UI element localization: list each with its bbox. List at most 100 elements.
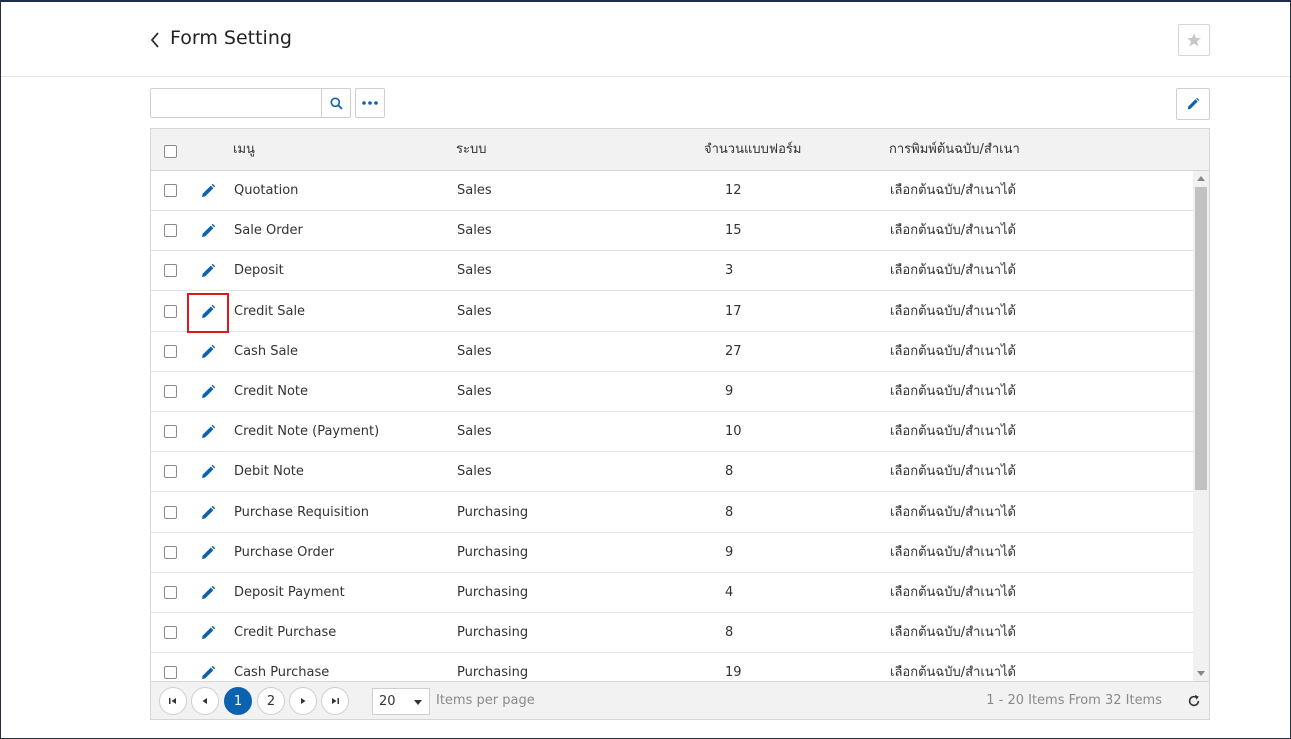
column-header-print-copy[interactable]: การพิมพ์ต้นฉบับ/สำเนา [889, 129, 1020, 171]
search-box [150, 88, 351, 118]
cell-print-copy: เลือกต้นฉบับ/สำเนาได้ [890, 223, 1017, 239]
column-header-system[interactable]: ระบบ [456, 129, 486, 171]
table-row[interactable]: Debit Note Sales 8 เลือกต้นฉบับ/สำเนาได้ [151, 452, 1193, 493]
cell-system: Purchasing [457, 665, 529, 681]
cell-print-copy: เลือกต้นฉบับ/สำเนาได้ [890, 263, 1017, 279]
row-checkbox[interactable] [164, 545, 177, 559]
previous-page-button[interactable] [191, 687, 219, 715]
row-checkbox[interactable] [164, 224, 177, 238]
edit-row-pencil-icon[interactable] [200, 223, 216, 239]
cell-system: Sales [457, 343, 492, 359]
edit-row-pencil-icon[interactable] [200, 505, 216, 521]
table-row[interactable]: Cash Sale Sales 27 เลือกต้นฉบับ/สำเนาได้ [151, 332, 1193, 372]
table-row[interactable]: Deposit Sales 3 เลือกต้นฉบับ/สำเนาได้ [151, 251, 1193, 292]
vertical-scrollbar[interactable] [1193, 171, 1209, 681]
search-button[interactable] [321, 89, 350, 117]
edit-button[interactable] [1176, 88, 1210, 120]
cell-system: Purchasing [457, 544, 529, 560]
table-row[interactable]: Deposit Payment Purchasing 4 เลือกต้นฉบับ/ส… [151, 573, 1193, 613]
cell-print-copy: เลือกต้นฉบับ/สำเนาได้ [890, 504, 1017, 520]
edit-row-pencil-icon[interactable] [200, 464, 216, 480]
refresh-button[interactable] [1187, 693, 1203, 709]
favorite-button[interactable] [1178, 24, 1210, 56]
cell-form-count: 19 [725, 665, 742, 681]
more-options-button[interactable] [355, 88, 385, 118]
cell-print-copy: เลือกต้นฉบับ/สำเนาได้ [890, 544, 1017, 560]
edit-row-pencil-icon[interactable] [200, 384, 216, 400]
edit-row-pencil-icon[interactable] [200, 665, 216, 681]
back-button[interactable] [147, 30, 163, 50]
cell-system: Sales [457, 384, 492, 399]
cell-menu: Credit Sale [234, 303, 306, 319]
table-row[interactable]: Credit Note (Payment) Sales 10 เลือกต้นฉบับ… [151, 412, 1193, 453]
edit-row-pencil-icon[interactable] [200, 424, 216, 440]
cell-form-count: 10 [725, 424, 742, 440]
cell-print-copy: เลือกต้นฉบับ/สำเนาได้ [890, 585, 1017, 600]
cell-print-copy: เลือกต้นฉบับ/สำเนาได้ [890, 464, 1017, 480]
next-page-button[interactable] [289, 687, 317, 715]
select-all-checkbox[interactable] [164, 145, 177, 158]
row-checkbox[interactable] [164, 505, 177, 519]
table-row[interactable]: Credit Note Sales 9 เลือกต้นฉบับ/สำเนาได้ [151, 372, 1193, 412]
table-row[interactable]: Purchase Requisition Purchasing 8 เลือกต้นฉ… [151, 493, 1193, 533]
cell-print-copy: เลือกต้นฉบับ/สำเนาได้ [890, 384, 1017, 399]
cell-menu: Cash Sale [234, 343, 299, 359]
refresh-icon [1188, 694, 1200, 707]
row-checkbox[interactable] [164, 425, 177, 439]
row-checkbox[interactable] [164, 465, 177, 479]
scrollbar-thumb[interactable] [1195, 187, 1207, 490]
edit-row-pencil-icon[interactable] [200, 625, 216, 641]
cell-system: Purchasing [457, 625, 529, 641]
table-row[interactable]: Sale Order Sales 15 เลือกต้นฉบับ/สำเนาได้ [151, 211, 1193, 252]
table-row[interactable]: Quotation Sales 12 เลือกต้นฉบับ/สำเนาได้ [151, 171, 1193, 211]
column-header-menu[interactable]: เมนู [233, 129, 255, 171]
star-icon [1187, 33, 1201, 47]
table-row[interactable]: Credit Purchase Purchasing 8 เลือกต้นฉบับ/ส… [151, 613, 1193, 654]
table-row[interactable]: Credit Sale Sales 17 เลือกต้นฉบับ/สำเนาได้ [151, 292, 1193, 333]
cell-menu: Credit Note [234, 384, 309, 399]
last-page-icon [332, 698, 339, 704]
cell-form-count: 8 [725, 625, 734, 641]
cell-form-count: 4 [725, 585, 734, 600]
row-checkbox[interactable] [164, 344, 177, 358]
search-input[interactable] [151, 89, 321, 117]
highlight-box [187, 292, 229, 333]
cell-system: Sales [457, 424, 492, 440]
row-checkbox[interactable] [164, 264, 177, 278]
first-page-button[interactable] [159, 687, 187, 715]
caret-down-icon [414, 700, 422, 705]
edit-row-pencil-icon[interactable] [200, 585, 216, 601]
last-page-button[interactable] [321, 687, 349, 715]
cell-print-copy: เลือกต้นฉบับ/สำเนาได้ [890, 665, 1017, 681]
cell-form-count: 27 [725, 343, 742, 359]
table-row[interactable]: Cash Purchase Purchasing 19 เลือกต้นฉบับ/สำ… [151, 653, 1193, 681]
row-checkbox[interactable] [164, 385, 177, 398]
edit-row-pencil-icon[interactable] [200, 263, 216, 279]
cell-system: Purchasing [457, 585, 529, 600]
row-checkbox[interactable] [164, 304, 177, 318]
edit-row-pencil-icon[interactable] [200, 183, 216, 199]
edit-row-pencil-icon[interactable] [200, 344, 216, 360]
row-checkbox[interactable] [164, 586, 177, 599]
table-row[interactable]: Purchase Order Purchasing 9 เลือกต้นฉบับ/สำ… [151, 533, 1193, 573]
row-checkbox[interactable] [164, 184, 177, 197]
row-checkbox[interactable] [164, 666, 177, 680]
column-header-form-count[interactable]: จำนวนแบบฟอร์ม [704, 129, 801, 171]
pager: 1 2 20 Items per page 1 - 20 Items From … [151, 681, 1209, 719]
cell-system: Sales [457, 183, 492, 198]
cell-system: Sales [457, 263, 492, 279]
page-button-1[interactable]: 1 [224, 687, 252, 715]
grid-header: เมนู ระบบ จำนวนแบบฟอร์ม การพิมพ์ต้นฉบับ/… [151, 129, 1209, 171]
edit-row-pencil-icon[interactable] [200, 545, 216, 561]
cell-system: Sales [457, 303, 492, 319]
scroll-up-icon[interactable] [1197, 176, 1205, 181]
window-frame: Form Setting เมนู ระบบ จำนวนแบบฟอร์ม การ… [0, 0, 1291, 739]
cell-form-count: 3 [725, 263, 734, 279]
row-checkbox[interactable] [164, 626, 177, 640]
page-button-2[interactable]: 2 [257, 687, 285, 715]
page-size-select[interactable]: 20 [372, 688, 430, 715]
cell-menu: Credit Purchase [234, 625, 337, 641]
scroll-down-icon[interactable] [1197, 671, 1205, 676]
cell-form-count: 8 [725, 504, 734, 520]
cell-print-copy: เลือกต้นฉบับ/สำเนาได้ [890, 343, 1017, 359]
